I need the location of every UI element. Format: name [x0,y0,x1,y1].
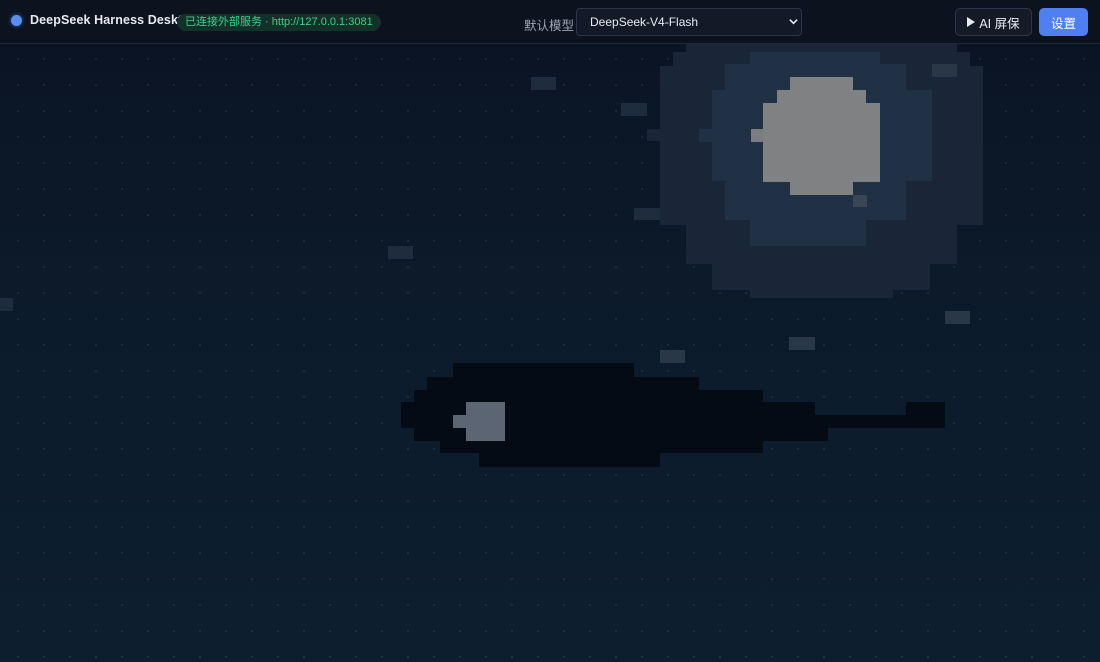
model-label: 默认模型 [524,19,575,33]
settings-label: 设置 [1050,16,1076,31]
pixel-art-screensaver [0,44,1100,662]
top-bar: DeepSeek Harness Desktop 已连接外部服务 · http:… [0,0,1100,44]
app-window: DeepSeek Harness Desktop 已连接外部服务 · http:… [0,0,1100,662]
status-dot-icon [11,14,22,26]
model-select-value: DeepSeek-V4-Flash [590,15,699,29]
ai-screensaver-button[interactable]: AI 屏保 [955,8,1032,36]
chevron-down-icon [789,19,798,25]
model-select[interactable]: DeepSeek-V4-Flash [576,8,802,36]
connection-status-badge: 已连接外部服务 · http://127.0.0.1:3081 [177,14,381,31]
play-icon [967,17,976,27]
app-title: DeepSeek Harness Desktop [30,13,198,27]
settings-button[interactable]: 设置 [1039,8,1088,36]
ai-screensaver-label: AI 屏保 [979,16,1020,31]
brand: DeepSeek Harness Desktop [11,13,198,27]
whale-eye [466,402,505,441]
